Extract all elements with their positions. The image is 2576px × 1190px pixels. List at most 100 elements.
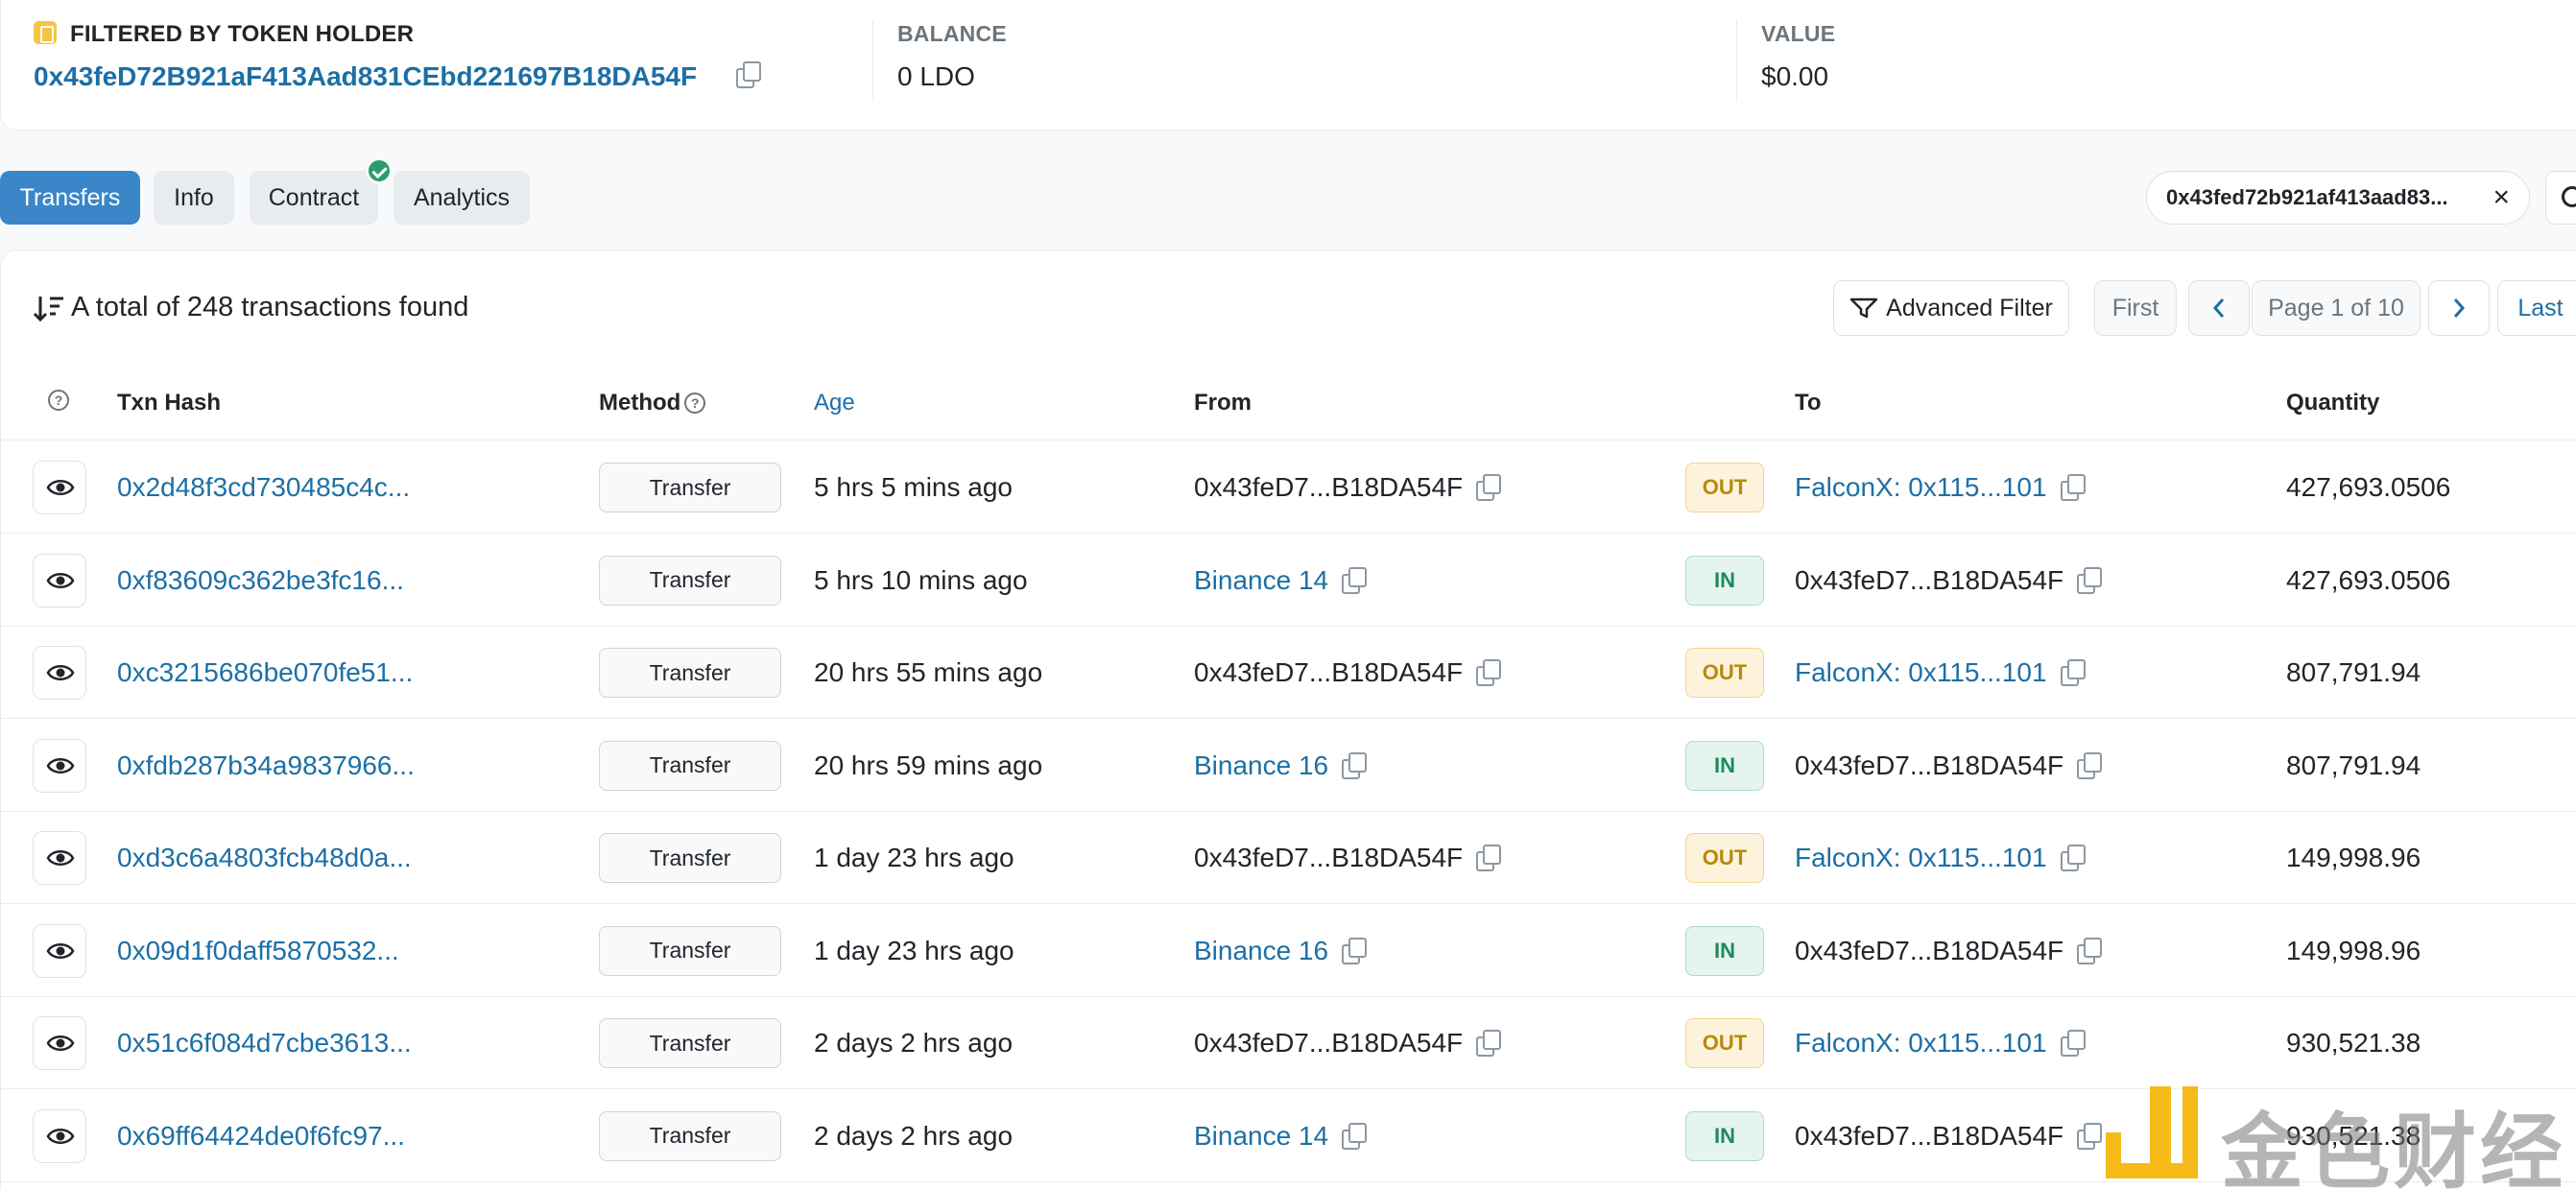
from-address[interactable]: Binance 14 (1194, 1121, 1328, 1152)
from-cell: 0x43feD7...B18DA54F (1194, 997, 1502, 1089)
quantity-value: 149,998.96 (2286, 843, 2421, 872)
copy-from-icon[interactable] (1476, 845, 1502, 871)
copy-from-icon[interactable] (1342, 1122, 1368, 1150)
txn-hash-link[interactable]: 0x09d1f0daff5870532... (117, 905, 399, 997)
copy-from-icon[interactable] (1476, 474, 1502, 501)
view-details-button[interactable] (33, 553, 86, 607)
method-help-icon[interactable]: ? (684, 393, 706, 414)
next-page-button[interactable] (2428, 280, 2490, 336)
method-badge: Transfer (599, 925, 781, 976)
watermark-logo-icon (2106, 1086, 2198, 1178)
from-address[interactable]: Binance 16 (1194, 750, 1328, 781)
copy-to-icon[interactable] (2060, 1030, 2086, 1057)
copy-to-icon[interactable] (2077, 566, 2103, 594)
txn-hash-link[interactable]: 0x51c6f084d7cbe3613... (117, 997, 412, 1089)
to-address: 0x43feD7...B18DA54F (1795, 935, 2064, 965)
token-holder-icon (34, 21, 57, 44)
address-filter-chip: 0x43fed72b921af413aad83... × (2146, 171, 2530, 225)
from-cell: 0x43feD7...B18DA54F (1194, 627, 1502, 719)
first-page-button[interactable]: First (2094, 280, 2177, 336)
copy-from-icon[interactable] (1476, 659, 1502, 686)
clear-filter-icon[interactable]: × (2493, 183, 2510, 212)
txn-hash-link[interactable]: 0x2d48f3cd730485c4c... (117, 441, 410, 534)
column-help-icon[interactable]: ? (48, 390, 69, 412)
to-address: 0x43feD7...B18DA54F (1795, 1120, 2064, 1151)
view-details-button[interactable] (33, 738, 86, 793)
tab-contract[interactable]: Contract (250, 171, 378, 225)
txn-hash-link[interactable]: 0x69ff64424de0f6fc97... (117, 1090, 405, 1182)
holder-address-link[interactable]: 0x43feD72B921aF413Aad831CEbd221697B18DA5… (34, 61, 697, 92)
txn-hash-link[interactable]: 0xfdb287b34a9837966... (117, 720, 415, 812)
balance-value: 0 LDO (897, 61, 975, 91)
to-address[interactable]: FalconX: 0x115...101 (1795, 472, 2047, 503)
divider (872, 19, 873, 102)
method-badge: Transfer (599, 1110, 781, 1161)
token-holder-summary: FILTERED BY TOKEN HOLDER 0x43feD72B921aF… (0, 0, 2576, 131)
col-method-label: Method (599, 390, 681, 416)
search-button[interactable] (2545, 171, 2576, 225)
filter-label: FILTERED BY TOKEN HOLDER (70, 21, 415, 47)
direction-badge: OUT (1685, 833, 1764, 883)
from-address: 0x43feD7...B18DA54F (1194, 657, 1464, 687)
col-from: From (1194, 390, 1252, 416)
from-address: 0x43feD7...B18DA54F (1194, 472, 1464, 502)
to-cell: 0x43feD7...B18DA54F (1795, 720, 2103, 812)
to-address[interactable]: FalconX: 0x115...101 (1795, 843, 2047, 873)
from-cell: Binance 16 (1194, 720, 1368, 812)
chevron-left-icon (2212, 298, 2225, 318)
method-badge: Transfer (599, 648, 781, 698)
table-row: 0xfdb287b34a9837966... Transfer 20 hrs 59 … (0, 720, 2576, 812)
quantity-value: 930,521.38 (2286, 1028, 2421, 1058)
copy-from-icon[interactable] (1342, 566, 1368, 594)
col-quantity: Quantity (2286, 390, 2380, 416)
copy-from-icon[interactable] (1342, 751, 1368, 779)
col-to: To (1795, 390, 1822, 416)
table-row: 0x2d48f3cd730485c4c... Transfer 5 hrs 5 mi… (0, 441, 2576, 534)
to-address[interactable]: FalconX: 0x115...101 (1795, 1028, 2047, 1059)
copy-to-icon[interactable] (2060, 659, 2086, 686)
from-address[interactable]: Binance 14 (1194, 565, 1328, 596)
tab-analytics[interactable]: Analytics (394, 171, 530, 225)
copy-from-icon[interactable] (1476, 1030, 1502, 1057)
tab-info[interactable]: Info (154, 171, 234, 225)
view-details-button[interactable] (33, 1108, 86, 1163)
txn-age: 20 hrs 59 mins ago (814, 750, 1043, 780)
quantity-value: 149,998.96 (2286, 935, 2421, 965)
quantity-value: 427,693.0506 (2286, 564, 2451, 595)
last-page-button[interactable]: Last (2497, 280, 2576, 336)
to-address[interactable]: FalconX: 0x115...101 (1795, 657, 2047, 688)
value-amount: $0.00 (1761, 61, 1829, 91)
copy-to-icon[interactable] (2077, 937, 2103, 964)
quantity-value: 807,791.94 (2286, 750, 2421, 780)
copy-to-icon[interactable] (2060, 474, 2086, 501)
from-cell: Binance 14 (1194, 1090, 1368, 1182)
to-address: 0x43feD7...B18DA54F (1795, 564, 2064, 595)
advanced-filter-label: Advanced Filter (1886, 294, 2053, 321)
txn-hash-link[interactable]: 0xf83609c362be3fc16... (117, 535, 404, 627)
txn-age: 2 days 2 hrs ago (814, 1120, 1014, 1151)
from-cell: 0x43feD7...B18DA54F (1194, 812, 1502, 904)
txn-hash-link[interactable]: 0xd3c6a4803fcb48d0a... (117, 812, 412, 904)
copy-to-icon[interactable] (2077, 751, 2103, 779)
copy-to-icon[interactable] (2077, 1122, 2103, 1150)
txn-hash-link[interactable]: 0xc3215686be070fe51... (117, 627, 413, 719)
sort-icon[interactable] (33, 294, 65, 322)
view-details-button[interactable] (33, 923, 86, 978)
copy-from-icon[interactable] (1342, 937, 1368, 964)
tab-transfers[interactable]: Transfers (0, 171, 140, 225)
from-cell: Binance 16 (1194, 905, 1368, 997)
copy-to-icon[interactable] (2060, 845, 2086, 871)
direction-badge: OUT (1685, 648, 1764, 698)
view-details-button[interactable] (33, 1016, 86, 1070)
view-details-button[interactable] (33, 831, 86, 885)
txn-age: 5 hrs 5 mins ago (814, 472, 1013, 502)
col-age-toggle[interactable]: Age (814, 390, 855, 416)
view-details-button[interactable] (33, 646, 86, 700)
advanced-filter-button[interactable]: Advanced Filter (1833, 280, 2069, 336)
copy-address-icon[interactable] (723, 61, 761, 93)
from-address[interactable]: Binance 16 (1194, 936, 1328, 966)
to-address: 0x43feD7...B18DA54F (1795, 750, 2064, 780)
method-badge: Transfer (599, 555, 781, 606)
prev-page-button[interactable] (2188, 280, 2250, 336)
view-details-button[interactable] (33, 461, 86, 514)
